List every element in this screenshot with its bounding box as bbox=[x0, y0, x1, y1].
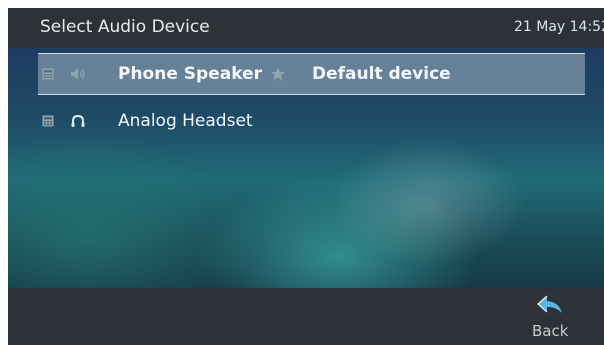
device-item-phone-speaker[interactable]: Phone Speaker Default device bbox=[38, 53, 585, 95]
device-label: Analog Headset bbox=[118, 111, 253, 131]
default-device-badge: Default device bbox=[312, 64, 451, 84]
speaker-icon bbox=[71, 68, 85, 80]
phone-screen: Select Audio Device 21 May 14:52 Phone S… bbox=[8, 8, 604, 345]
device-list: Phone Speaker Default device Analog Head… bbox=[8, 48, 604, 288]
back-label: Back bbox=[532, 322, 569, 340]
title-bar: Select Audio Device 21 May 14:52 bbox=[8, 8, 604, 48]
device-item-analog-headset[interactable]: Analog Headset bbox=[38, 101, 585, 143]
page-title: Select Audio Device bbox=[40, 17, 210, 37]
device-label: Phone Speaker bbox=[118, 64, 262, 84]
back-button[interactable]: Back bbox=[528, 292, 574, 345]
phone-icon bbox=[42, 68, 54, 80]
star-icon bbox=[270, 67, 286, 81]
phone-icon bbox=[42, 115, 54, 127]
back-arrow-icon bbox=[537, 295, 562, 313]
softkey-bar: Back bbox=[8, 288, 604, 345]
headset-icon bbox=[71, 114, 85, 127]
date-time: 21 May 14:52 bbox=[513, 19, 604, 35]
